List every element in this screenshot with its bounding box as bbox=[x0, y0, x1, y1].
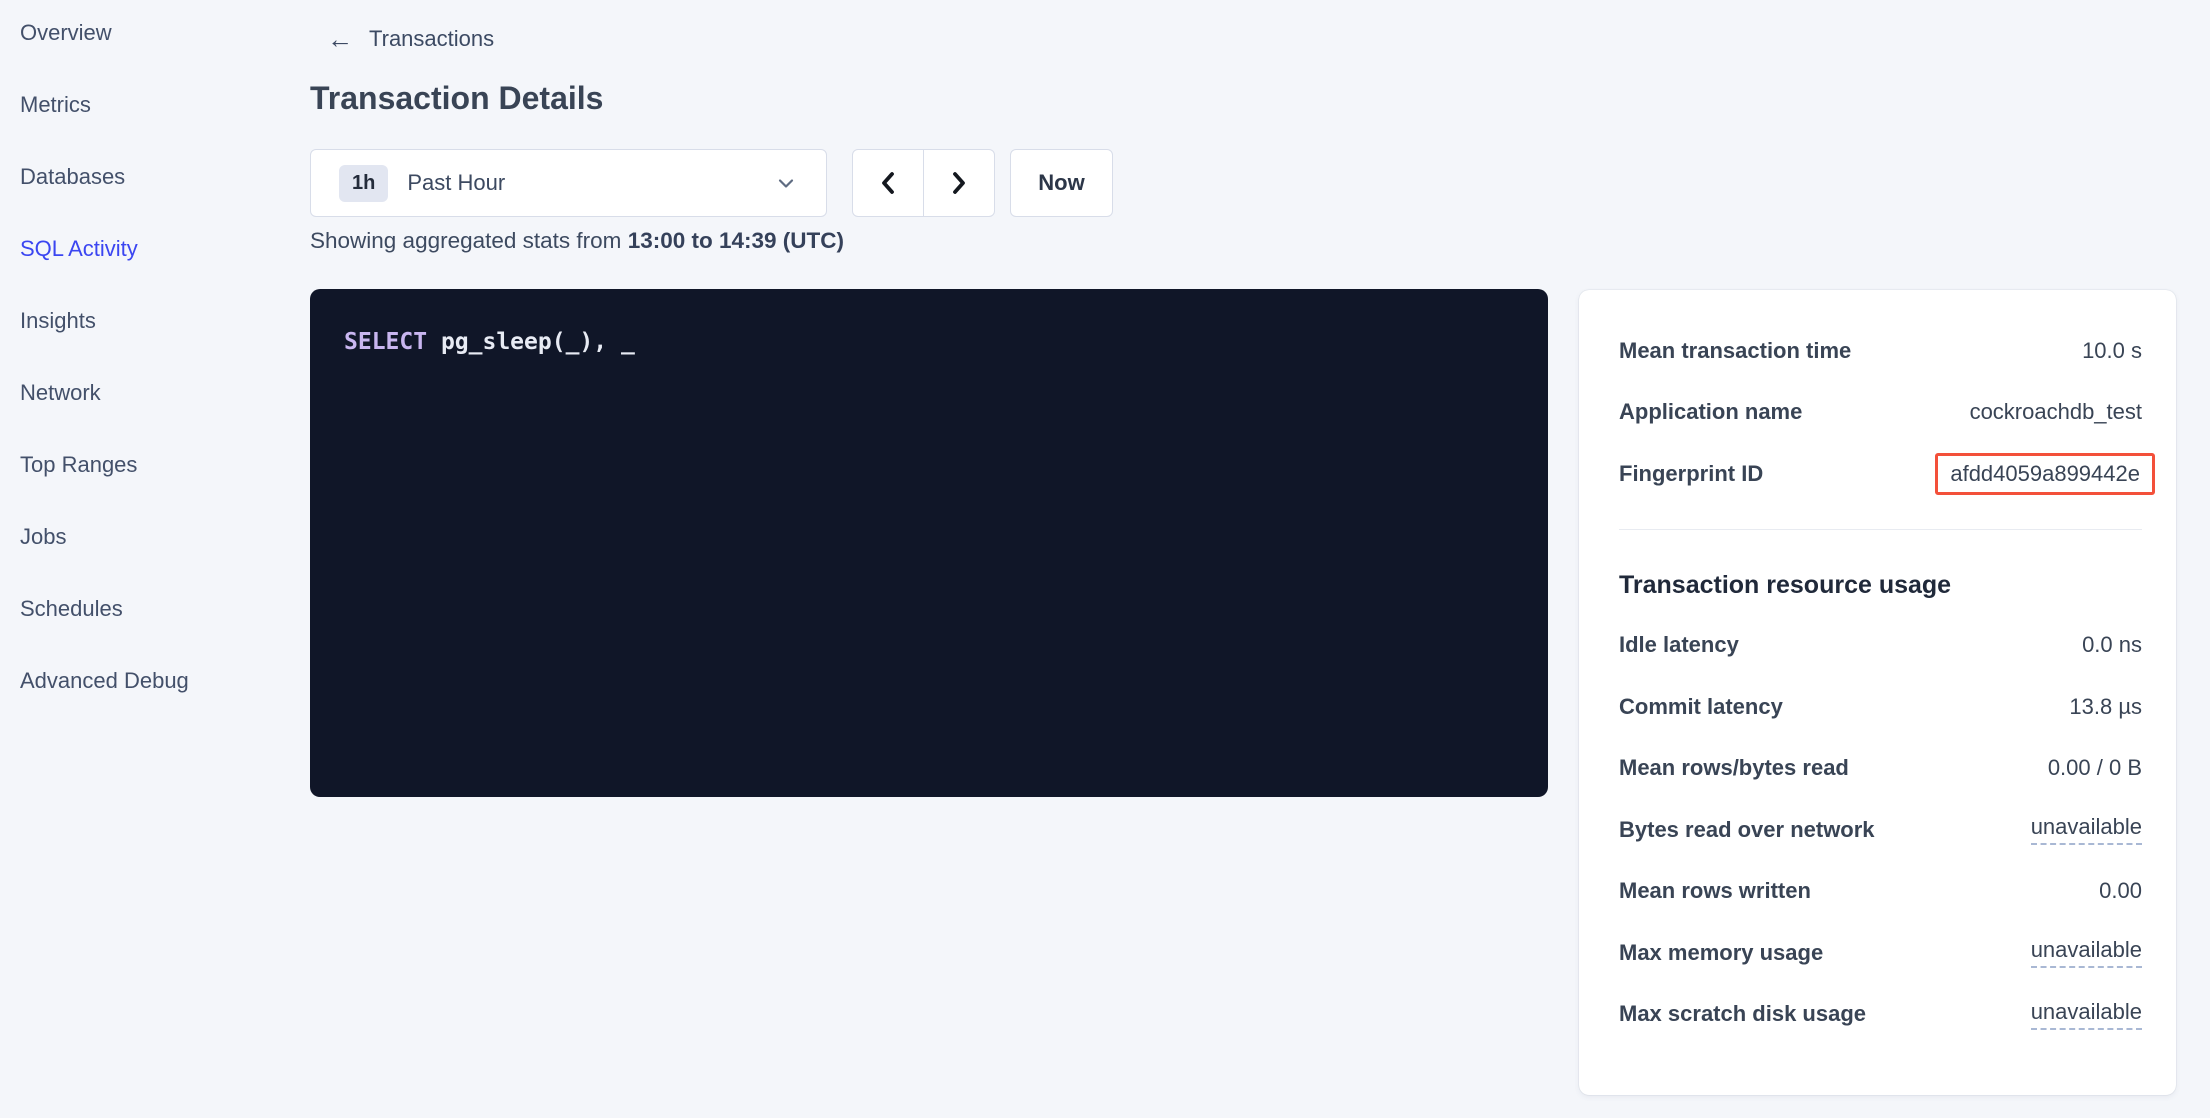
bytes-read-over-network-row: Bytes read over network unavailable bbox=[1619, 799, 2142, 861]
card-divider bbox=[1619, 529, 2142, 530]
back-arrow-icon: ← bbox=[327, 28, 353, 50]
sidebar-nav: Overview Metrics Databases SQL Activity … bbox=[0, 0, 300, 1118]
sidebar-item-advanced-debug[interactable]: Advanced Debug bbox=[20, 666, 300, 738]
transaction-details-page: Overview Metrics Databases SQL Activity … bbox=[0, 0, 2210, 1118]
row-value: cockroachdb_test bbox=[1970, 399, 2142, 425]
chevron-left-icon bbox=[878, 169, 898, 197]
mean-rows-bytes-read-row: Mean rows/bytes read 0.00 / 0 B bbox=[1619, 738, 2142, 800]
commit-latency-row: Commit latency 13.8 µs bbox=[1619, 676, 2142, 738]
row-value: 0.00 / 0 B bbox=[2048, 755, 2142, 781]
unavailable-value-tooltip[interactable]: unavailable bbox=[2031, 814, 2142, 845]
prev-time-range-button[interactable] bbox=[853, 150, 924, 216]
resource-rows: Idle latency 0.0 ns Commit latency 13.8 … bbox=[1619, 615, 2142, 1046]
max-scratch-disk-usage-row: Max scratch disk usage unavailable bbox=[1619, 984, 2142, 1046]
row-label: Mean rows written bbox=[1619, 878, 1811, 904]
time-range-pager bbox=[852, 149, 995, 217]
sql-statement-box: SELECT pg_sleep(_), _ bbox=[310, 289, 1548, 797]
sidebar-item-jobs[interactable]: Jobs bbox=[20, 522, 300, 594]
breadcrumb-label: Transactions bbox=[369, 26, 494, 52]
page-title: Transaction Details bbox=[310, 80, 603, 117]
sidebar-item-metrics[interactable]: Metrics bbox=[20, 90, 300, 162]
fingerprint-id-row: Fingerprint ID afdd4059a899442e bbox=[1619, 443, 2142, 505]
row-label: Mean transaction time bbox=[1619, 338, 1851, 364]
row-label: Idle latency bbox=[1619, 632, 1739, 658]
sql-keyword: SELECT bbox=[344, 329, 427, 355]
row-value: 0.0 ns bbox=[2082, 632, 2142, 658]
sidebar-item-databases[interactable]: Databases bbox=[20, 162, 300, 234]
chevron-right-icon bbox=[949, 169, 969, 197]
idle-latency-row: Idle latency 0.0 ns bbox=[1619, 615, 2142, 677]
row-label: Mean rows/bytes read bbox=[1619, 755, 1849, 781]
time-range-selected: Past Hour bbox=[407, 170, 505, 196]
aggregated-stats-line: Showing aggregated stats from 13:00 to 1… bbox=[310, 228, 844, 254]
time-range-badge: 1h bbox=[339, 165, 388, 202]
row-label: Commit latency bbox=[1619, 694, 1783, 720]
stats-range: 13:00 to 14:39 (UTC) bbox=[628, 228, 844, 253]
sql-statement-text: pg_sleep(_), _ bbox=[427, 329, 635, 355]
stats-prefix: Showing aggregated stats from bbox=[310, 228, 628, 253]
row-value: 13.8 µs bbox=[2069, 694, 2142, 720]
mean-rows-written-row: Mean rows written 0.00 bbox=[1619, 861, 2142, 923]
mean-transaction-time-row: Mean transaction time 10.0 s bbox=[1619, 320, 2142, 382]
resource-usage-section-title: Transaction resource usage bbox=[1619, 568, 2142, 602]
row-value: 10.0 s bbox=[2082, 338, 2142, 364]
row-label: Fingerprint ID bbox=[1619, 461, 1763, 487]
sidebar-item-insights[interactable]: Insights bbox=[20, 306, 300, 378]
chevron-down-icon bbox=[774, 171, 798, 195]
row-label: Max memory usage bbox=[1619, 940, 1823, 966]
row-label: Application name bbox=[1619, 399, 1802, 425]
sidebar-item-sql-activity[interactable]: SQL Activity bbox=[20, 234, 300, 306]
row-label: Bytes read over network bbox=[1619, 817, 1875, 843]
row-value: 0.00 bbox=[2099, 878, 2142, 904]
sidebar-item-schedules[interactable]: Schedules bbox=[20, 594, 300, 666]
time-range-controls: 1h Past Hour Now bbox=[310, 149, 1113, 217]
application-name-row: Application name cockroachdb_test bbox=[1619, 382, 2142, 444]
transaction-details-card: Mean transaction time 10.0 s Application… bbox=[1579, 290, 2176, 1095]
sidebar-item-network[interactable]: Network bbox=[20, 378, 300, 450]
row-label: Max scratch disk usage bbox=[1619, 1001, 1866, 1027]
sidebar-item-overview[interactable]: Overview bbox=[20, 18, 300, 90]
unavailable-value-tooltip[interactable]: unavailable bbox=[2031, 937, 2142, 968]
now-button-label: Now bbox=[1038, 170, 1084, 196]
back-to-transactions-link[interactable]: ← Transactions bbox=[327, 26, 494, 52]
time-range-dropdown[interactable]: 1h Past Hour bbox=[310, 149, 827, 217]
now-button[interactable]: Now bbox=[1010, 149, 1113, 217]
fingerprint-id-value-highlighted: afdd4059a899442e bbox=[1935, 453, 2155, 495]
unavailable-value-tooltip[interactable]: unavailable bbox=[2031, 999, 2142, 1030]
next-time-range-button[interactable] bbox=[924, 150, 994, 216]
max-memory-usage-row: Max memory usage unavailable bbox=[1619, 922, 2142, 984]
summary-rows: Mean transaction time 10.0 s Application… bbox=[1619, 290, 2142, 505]
sidebar-item-top-ranges[interactable]: Top Ranges bbox=[20, 450, 300, 522]
